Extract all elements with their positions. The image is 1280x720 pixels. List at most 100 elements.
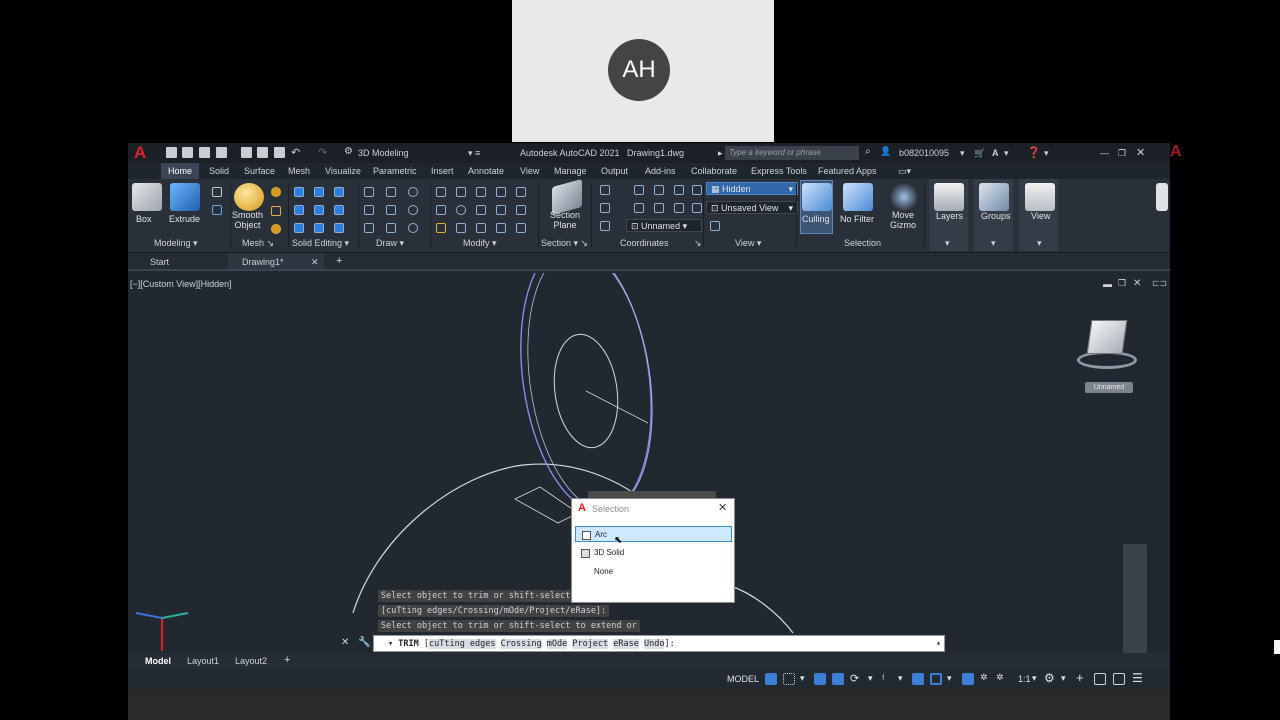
ellipse-icon[interactable] (408, 223, 418, 233)
no-filter-icon[interactable] (843, 183, 873, 211)
app-dropdown-icon[interactable]: ▾ (1004, 148, 1009, 159)
arc-icon[interactable] (408, 187, 418, 197)
polysolid-icon[interactable] (212, 187, 222, 197)
no-filter-label[interactable]: No Filter (840, 214, 874, 224)
add-icon[interactable]: + (1076, 670, 1084, 685)
panel-view[interactable]: View ▾ (735, 238, 761, 249)
tab-annotate[interactable]: Annotate (468, 166, 504, 176)
ucs-icon[interactable] (600, 185, 610, 195)
section-plane-label[interactable]: Section Plane (550, 210, 580, 230)
restore-icon[interactable]: ❐ (1118, 148, 1126, 159)
mesh-box-icon[interactable] (271, 187, 281, 197)
hardware-acceleration-icon[interactable] (1094, 673, 1106, 685)
3d-scale-icon[interactable] (476, 187, 486, 197)
tab-model[interactable]: Model (145, 656, 171, 666)
command-customize-icon[interactable]: 🔧 (358, 637, 370, 648)
panel-selection[interactable]: Selection (844, 238, 881, 248)
layers-icon[interactable] (934, 183, 964, 211)
osnap-dropdown-icon[interactable]: ▾ (947, 673, 952, 684)
command-line-input[interactable]: ▾ TRIM [cuTting edges Crossing mOde Proj… (373, 635, 945, 652)
extrude-label[interactable]: Extrude (169, 214, 200, 224)
customization-menu-icon[interactable]: ☰ (1132, 671, 1143, 685)
tab-layout2[interactable]: Layout2 (235, 656, 267, 666)
object-snap-icon[interactable] (930, 673, 942, 685)
tab-home[interactable]: Home (161, 163, 200, 179)
ribbon-toggle-icon[interactable]: ▭▾ (898, 166, 911, 177)
search-icon[interactable]: ⌕ (865, 146, 871, 157)
ucs-3point-icon[interactable] (692, 185, 702, 195)
annotation-visibility-icon[interactable] (962, 673, 974, 685)
interfere-icon[interactable] (334, 205, 344, 215)
offset-icon[interactable] (476, 205, 486, 215)
tab-visualize[interactable]: Visualize (325, 166, 361, 176)
open-icon[interactable] (182, 147, 193, 158)
move-gizmo-icon[interactable] (889, 183, 919, 211)
panel-section[interactable]: Section ▾ ↘ (541, 238, 588, 249)
move-gizmo-label[interactable]: Move Gizmo (890, 210, 916, 230)
autocad-logo-icon[interactable]: A (134, 143, 146, 163)
tab-parametric[interactable]: Parametric (373, 166, 417, 176)
chamfer-icon[interactable] (456, 223, 466, 233)
ucs-origin-icon[interactable] (654, 185, 664, 195)
command-history-toggle-icon[interactable]: ▴ (936, 638, 941, 647)
tab-layout1[interactable]: Layout1 (187, 656, 219, 666)
tab-mesh[interactable]: Mesh (288, 166, 310, 176)
ucs-x-icon[interactable] (634, 203, 644, 213)
copy-icon[interactable] (496, 205, 506, 215)
ucs-face-icon[interactable] (692, 203, 702, 213)
viewport-config-icon[interactable] (710, 221, 720, 231)
workspace-selector[interactable]: 3D Modeling (358, 148, 409, 158)
tab-insert[interactable]: Insert (431, 166, 454, 176)
3d-polyline-icon[interactable] (386, 187, 396, 197)
ortho-icon[interactable] (832, 673, 844, 685)
stretch-icon[interactable] (476, 223, 486, 233)
presspull-icon[interactable] (212, 205, 222, 215)
user-dropdown-icon[interactable]: ▾ (960, 148, 965, 159)
settings-gear-icon[interactable]: ⚙ (1044, 671, 1055, 685)
view-expand-icon[interactable]: ▾ (1037, 238, 1042, 249)
ribbon-overflow-icon[interactable] (1156, 183, 1168, 211)
autoscale-icon[interactable]: ✲ (980, 672, 988, 683)
3d-move-icon[interactable] (456, 187, 466, 197)
union-icon[interactable] (294, 187, 304, 197)
subtract-icon[interactable] (314, 187, 324, 197)
open-web-icon[interactable] (241, 147, 252, 158)
fillet-icon[interactable] (436, 205, 446, 215)
settings-dropdown-icon[interactable]: ▾ (1061, 673, 1066, 684)
save-icon[interactable] (199, 147, 210, 158)
tab-collaborate[interactable]: Collaborate (691, 166, 737, 176)
polyline-icon[interactable] (386, 205, 396, 215)
ucs-view-icon[interactable] (600, 203, 610, 213)
culling-label[interactable]: Culling (802, 214, 830, 224)
thicken-icon[interactable] (314, 205, 324, 215)
smooth-object-label[interactable]: Smooth Object (232, 210, 263, 230)
help-icon[interactable]: ❓ (1027, 146, 1041, 159)
trim-icon[interactable] (516, 205, 526, 215)
option-mode[interactable]: mOde (546, 639, 568, 649)
selection-item-none[interactable]: None (575, 564, 732, 580)
new-tab-icon[interactable]: + (336, 255, 342, 267)
workspace-dropdown-icon[interactable]: ▾ ≡ (468, 148, 480, 159)
3d-mirror-icon[interactable] (436, 187, 446, 197)
3d-align-icon[interactable] (496, 187, 506, 197)
view-label[interactable]: View (1031, 211, 1050, 221)
rectangle-icon[interactable] (386, 223, 396, 233)
infer-constraints-icon[interactable] (814, 673, 826, 685)
tab-featured-apps[interactable]: Featured Apps (818, 166, 877, 176)
groups-icon[interactable] (979, 183, 1009, 211)
isolate-objects-icon[interactable] (1113, 673, 1125, 685)
extract-edges-icon[interactable] (294, 223, 304, 233)
polar-dropdown-icon[interactable]: ▾ (868, 673, 873, 684)
layers-expand-icon[interactable]: ▾ (945, 238, 950, 249)
save-as-icon[interactable] (216, 147, 227, 158)
ucs-y-icon[interactable] (654, 203, 664, 213)
mesh-smooth-more-icon[interactable] (271, 206, 281, 216)
ucs-named-icon[interactable] (600, 221, 610, 231)
annotation-scale[interactable]: 1:1 (1018, 674, 1031, 684)
ucs-name-combo[interactable]: ⊡ Unnamed ▾ (626, 219, 702, 232)
add-layout-icon[interactable]: + (284, 654, 290, 666)
tab-start[interactable]: Start (150, 257, 169, 267)
user-name[interactable]: b082010095 (899, 148, 949, 158)
tab-output[interactable]: Output (601, 166, 628, 176)
tab-express-tools[interactable]: Express Tools (751, 166, 807, 176)
